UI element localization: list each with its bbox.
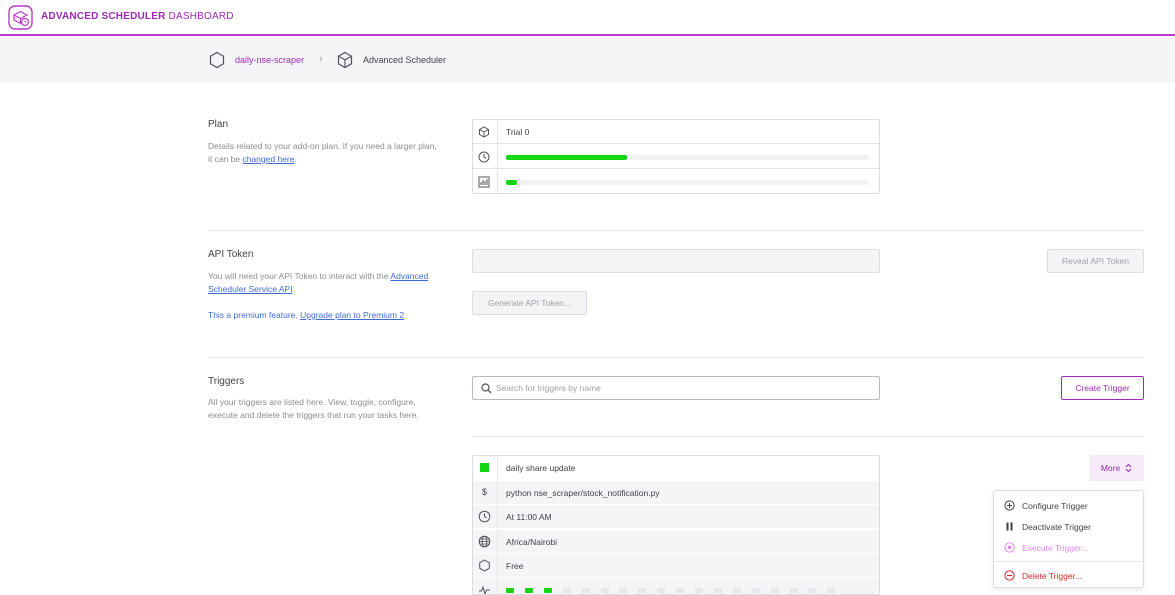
section-divider [208, 230, 1144, 231]
api-token-desc-text: You will need your API Token to interact… [208, 271, 391, 281]
api-token-description: You will need your API Token to interact… [208, 270, 438, 296]
execute-trigger-menu-item[interactable]: Execute Trigger... [994, 537, 1143, 558]
chevron-up-down-icon [1125, 463, 1132, 473]
delete-trigger-menu-item[interactable]: Delete Trigger... [994, 565, 1143, 586]
app-title-rest: DASHBOARD [168, 11, 234, 22]
triggers-list-divider [472, 436, 1144, 437]
trigger-timezone-row: Africa/Nairobi [473, 530, 879, 554]
trigger-command-row: $ python nse_scraper/stock_notification.… [473, 481, 879, 505]
more-actions-button[interactable]: More [1089, 455, 1144, 481]
trigger-schedule: At 11:00 AM [506, 512, 552, 522]
cube-icon [479, 126, 489, 138]
globe-icon [478, 535, 491, 548]
hexagon-icon [479, 559, 490, 572]
trigger-card: daily share update $ python nse_scraper/… [472, 455, 880, 595]
hexagon-icon [209, 51, 225, 69]
api-token-field[interactable] [472, 249, 880, 273]
terminal-dollar-icon: $ [482, 487, 488, 497]
section-divider [208, 357, 1144, 358]
trigger-row-divider [497, 505, 498, 528]
more-label: More [1100, 463, 1121, 473]
premium-text: This a premium feature. [208, 310, 301, 320]
menu-divider [994, 561, 1143, 562]
top-header: ADVANCED SCHEDULER DASHBOARD [0, 0, 1175, 36]
chevron-right-icon: › [319, 53, 323, 65]
execution-history [506, 588, 866, 594]
trigger-search [472, 376, 880, 400]
app-title: ADVANCED SCHEDULER DASHBOARD [41, 11, 234, 22]
premium-notice: This a premium feature. Upgrade plan to … [208, 310, 404, 320]
clock-icon [478, 151, 490, 163]
search-icon [481, 383, 492, 394]
minus-circle-icon [1004, 570, 1015, 581]
plan-metrics-fill [506, 180, 517, 185]
plan-description: Details related to your add-on plan. If … [208, 140, 438, 166]
delete-trigger-label: Delete Trigger... [1022, 571, 1083, 581]
breadcrumb-app-link[interactable]: daily-nse-scraper [235, 55, 304, 65]
breadcrumb-addon: Advanced Scheduler [363, 55, 447, 65]
api-token-desc-suffix: . [292, 284, 295, 294]
trigger-name: daily share update [506, 463, 576, 473]
scheduler-logo-icon[interactable] [8, 5, 33, 30]
trigger-row-divider [497, 456, 498, 479]
plan-metrics-row [473, 170, 879, 194]
clock-icon [478, 510, 491, 523]
trigger-actions-menu: Configure Trigger Deactivate Trigger Exe… [993, 490, 1144, 588]
breadcrumb: daily-nse-scraper › Advanced Scheduler [0, 38, 1175, 82]
plan-row-divider [497, 170, 498, 194]
trigger-status-indicator [480, 463, 489, 472]
plan-usage-fill [506, 155, 627, 160]
trigger-row-divider [497, 481, 498, 504]
trigger-timezone: Africa/Nairobi [506, 537, 558, 547]
plan-desc-suffix: . [294, 154, 297, 164]
configure-trigger-label: Configure Trigger [1022, 501, 1088, 511]
trigger-command: python nse_scraper/stock_notification.py [506, 488, 660, 498]
addon-cube-icon [337, 51, 353, 69]
plan-usage-row [473, 145, 879, 169]
activity-icon [479, 585, 490, 594]
trigger-search-input[interactable] [496, 379, 871, 397]
plan-usage-progress [506, 155, 869, 160]
execute-trigger-label: Execute Trigger... [1022, 543, 1089, 553]
triggers-title: Triggers [208, 376, 245, 387]
deactivate-trigger-label: Deactivate Trigger [1022, 522, 1091, 532]
plan-name: Trial 0 [506, 127, 530, 137]
plan-row-divider [497, 120, 498, 143]
trigger-row-divider [497, 554, 498, 577]
app-title-brand: ADVANCED SCHEDULER [41, 11, 166, 22]
trigger-history-row [473, 578, 879, 594]
pause-icon [1006, 522, 1013, 531]
trigger-row-divider [497, 530, 498, 553]
trigger-dyno-row: Free [473, 554, 879, 578]
api-token-title: API Token [208, 249, 254, 260]
trigger-schedule-row: At 11:00 AM [473, 505, 879, 529]
change-plan-link[interactable]: changed here [243, 154, 295, 164]
trigger-row-divider [497, 578, 498, 594]
trigger-name-row[interactable]: daily share update [473, 456, 879, 480]
bar-chart-icon [478, 176, 490, 188]
plan-metrics-progress [506, 180, 869, 185]
plus-circle-icon [1004, 500, 1015, 511]
plan-row-divider [497, 145, 498, 168]
create-trigger-button[interactable]: Create Trigger [1061, 376, 1144, 400]
trigger-dyno-size: Free [506, 561, 524, 571]
configure-trigger-menu-item[interactable]: Configure Trigger [994, 495, 1143, 516]
execute-icon [1004, 542, 1015, 553]
plan-name-row: Trial 0 [473, 120, 879, 144]
generate-api-token-button[interactable]: Generate API Token... [472, 291, 587, 315]
reveal-api-token-button[interactable]: Reveal API Token [1047, 249, 1144, 273]
upgrade-plan-link[interactable]: Upgrade plan to Premium 2 [300, 310, 404, 320]
plan-title: Plan [208, 119, 229, 130]
deactivate-trigger-menu-item[interactable]: Deactivate Trigger [994, 516, 1143, 537]
plan-details: Trial 0 [472, 119, 880, 194]
triggers-description: All your triggers are listed here. View,… [208, 397, 419, 420]
